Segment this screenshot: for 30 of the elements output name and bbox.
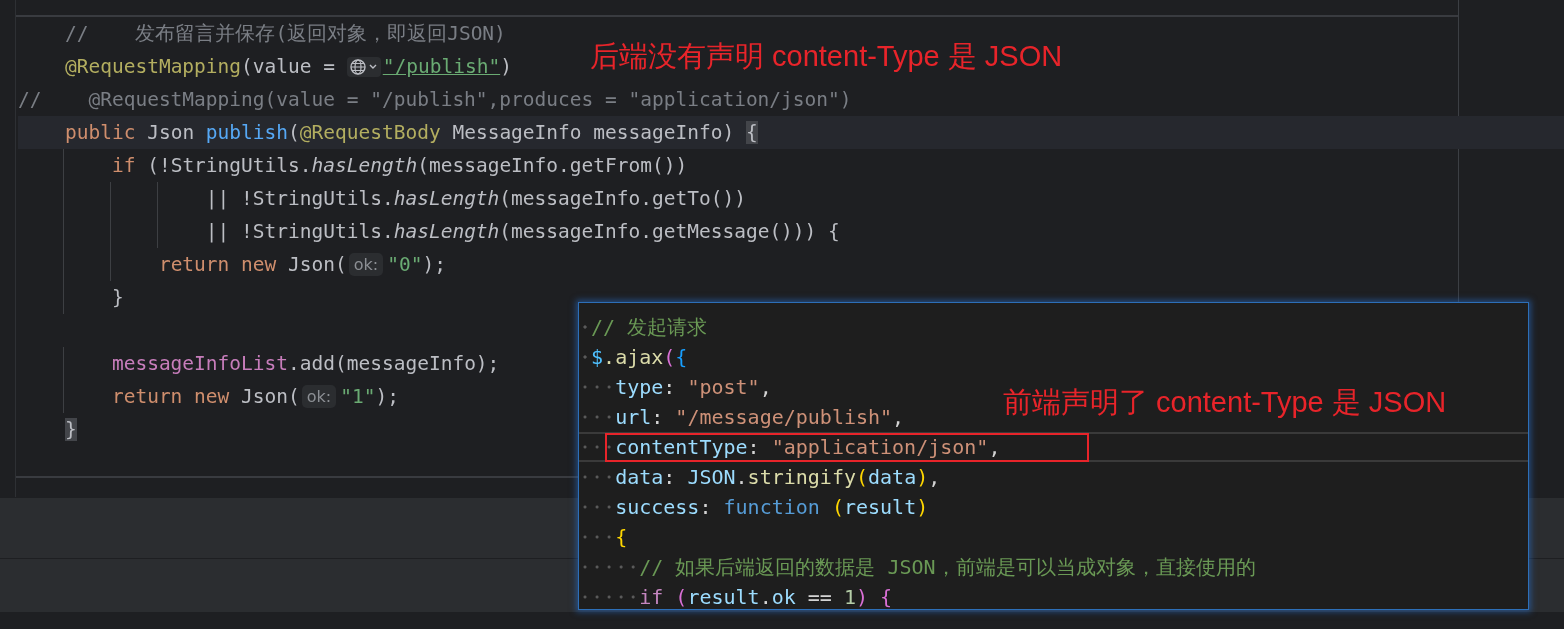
code-text: data: JSON.stringify(data), [615, 465, 941, 489]
code-text: return new Json( [111, 385, 300, 408]
annotation-text: 后端没有声明 content-Type 是 JSON [590, 39, 1063, 74]
code-text: || !StringUtils.hasLength(messageInfo.getTo()) [205, 187, 746, 210]
code-text: contentType: "application/json", [615, 435, 1001, 459]
code-text: return new Json( [158, 253, 347, 276]
code-text: { [615, 525, 628, 549]
code-text: "/publish") [382, 55, 512, 78]
code-text: if (result.ok == 1) { [639, 585, 893, 609]
code-text: } [111, 286, 124, 309]
code-text: type: "post", [615, 375, 772, 399]
code-text: } [64, 418, 77, 441]
code-text: url: "/message/publish", [615, 405, 905, 429]
code-text: // 如果后端返回的数据是 JSON，前端是可以当成对象，直接使用的 [639, 553, 1256, 581]
code-text: // @RequestMapping(value = "/publish",produces = "application/json") [18, 88, 852, 111]
code-text: $.ajax({ [591, 345, 688, 369]
inlay-hint: ok: [348, 253, 384, 276]
code-text: "1"); [340, 385, 399, 408]
code-text: success: function (result) [615, 495, 929, 519]
annotation-text: 前端声明了 content-Type 是 JSON [1003, 385, 1447, 420]
code-text: if (!StringUtils.hasLength(messageInfo.getFrom()) [111, 154, 688, 177]
globe-icon[interactable] [346, 56, 381, 77]
code-text: || !StringUtils.hasLength(messageInfo.getMessage())) { [205, 220, 840, 243]
code-text: @RequestMapping(value = [64, 55, 336, 78]
inlay-hint: ok: [301, 385, 337, 408]
code-text: // 发布留言并保存(返回对象，即返回JSON) [64, 21, 506, 47]
code-text: "0"); [387, 253, 446, 276]
code-text: public Json publish(@RequestBody MessageInfo messageInfo) { [64, 121, 758, 144]
code-text: // 发起请求 [591, 313, 708, 341]
code-text: messageInfoList.add(messageInfo); [111, 352, 500, 375]
